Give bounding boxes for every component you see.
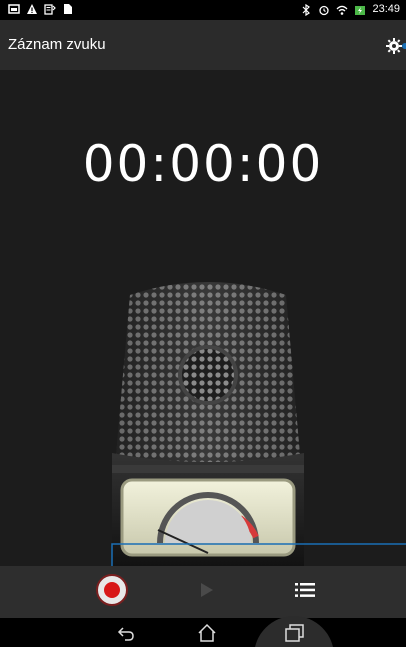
recorder-controls (0, 566, 406, 618)
wifi-icon (337, 5, 348, 15)
warning-icon (27, 4, 37, 14)
play-icon[interactable] (200, 582, 214, 598)
gallery-icon (8, 4, 20, 14)
recording-timer: 00:00:00 (82, 135, 324, 193)
status-bar: 23:49 (0, 0, 406, 20)
bluetooth-off-icon (303, 3, 311, 16)
app-title: Záznam zvuku (8, 36, 106, 53)
back-icon[interactable] (115, 622, 137, 644)
battery-charging-icon (355, 5, 366, 15)
status-bar-right-icons: 23:49 (300, 3, 400, 16)
app-bar: Záznam zvuku (0, 20, 406, 70)
microphone-illustration (112, 282, 304, 570)
home-icon[interactable] (196, 622, 218, 644)
document-icon (64, 4, 72, 14)
wifi-data-icon (44, 4, 56, 15)
recent-apps-icon[interactable] (283, 622, 305, 644)
record-icon (104, 582, 120, 598)
voice-recorder-screen: 23:49 Záznam zvuku 00:00:00 (0, 0, 406, 647)
record-button[interactable] (96, 574, 128, 606)
navigation-bar (0, 616, 406, 647)
status-bar-left-icons (8, 3, 74, 15)
status-bar-time: 23:49 (372, 3, 400, 15)
list-icon[interactable] (295, 583, 315, 597)
gear-icon[interactable] (384, 35, 406, 57)
alarm-icon (319, 5, 330, 15)
